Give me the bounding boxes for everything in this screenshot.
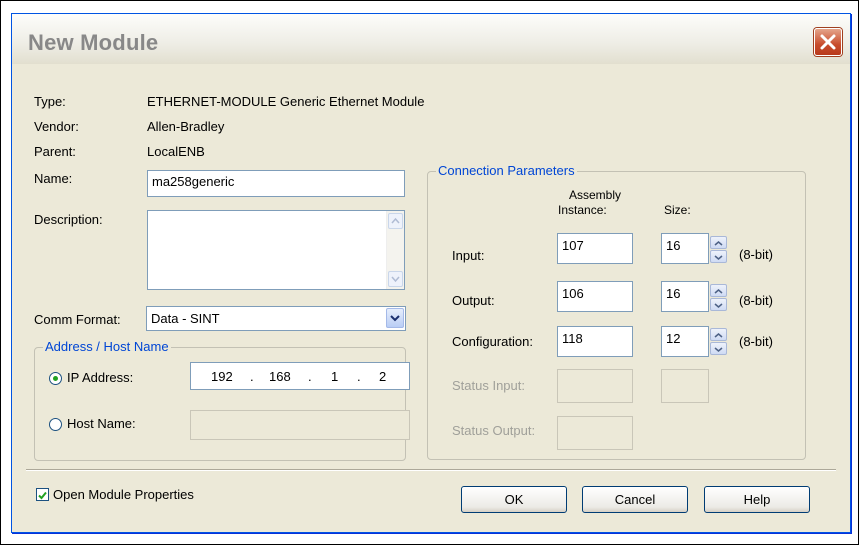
name-field[interactable]: ma258generic <box>147 170 405 197</box>
scroll-down-button[interactable] <box>388 271 403 287</box>
host-name-label: Host Name: <box>67 416 136 431</box>
ip-dot: . <box>357 369 361 384</box>
output-label: Output: <box>452 293 495 308</box>
status-output-field[interactable] <box>557 416 633 450</box>
chevron-down-icon <box>391 276 400 283</box>
close-button[interactable] <box>814 28 842 56</box>
description-scrollbar[interactable] <box>386 211 404 289</box>
screenshot-frame: New Module Type: ETHERNET-MODULE Generic… <box>0 0 859 545</box>
input-unit: (8-bit) <box>739 247 773 262</box>
comm-format-dropdown-button[interactable] <box>386 308 404 328</box>
cancel-button[interactable]: Cancel <box>582 486 688 513</box>
ip-octet-2: 168 <box>269 369 291 384</box>
status-output-label: Status Output: <box>452 423 536 438</box>
spin-up-button[interactable] <box>710 284 727 297</box>
spin-down-button[interactable] <box>710 250 727 263</box>
configuration-size-field[interactable]: 12 <box>661 326 709 357</box>
output-instance-field[interactable]: 106 <box>557 281 633 312</box>
scroll-up-button[interactable] <box>388 213 403 229</box>
status-input-label: Status Input: <box>452 378 525 393</box>
connection-parameters-group: Connection Parameters Assembly Instance:… <box>427 163 806 460</box>
chevron-down-icon <box>714 255 723 260</box>
input-label: Input: <box>452 248 485 263</box>
ip-address-radio[interactable] <box>49 372 62 385</box>
status-input-size-field[interactable] <box>661 369 709 403</box>
configuration-instance-field[interactable]: 118 <box>557 326 633 357</box>
type-value: ETHERNET-MODULE Generic Ethernet Module <box>147 94 425 109</box>
ip-dot: . <box>308 369 312 384</box>
assembly-header-line1: Assembly <box>569 188 622 202</box>
spin-up-button[interactable] <box>710 328 727 341</box>
spin-down-button[interactable] <box>710 342 727 355</box>
chevron-up-icon <box>391 217 400 224</box>
footer-separator <box>26 469 836 471</box>
new-module-dialog: New Module Type: ETHERNET-MODULE Generic… <box>11 13 851 533</box>
assembly-header-line2: Instance: <box>558 203 607 217</box>
configuration-label: Configuration: <box>452 334 533 349</box>
ip-address-label: IP Address: <box>67 370 134 385</box>
output-unit: (8-bit) <box>739 293 773 308</box>
output-size-field[interactable]: 16 <box>661 281 709 312</box>
input-instance-field[interactable]: 107 <box>557 233 633 264</box>
size-header: Size: <box>664 203 691 217</box>
ok-button[interactable]: OK <box>461 486 567 513</box>
host-name-radio[interactable] <box>49 418 62 431</box>
ip-octet-4: 2 <box>379 369 387 384</box>
address-group-title: Address / Host Name <box>43 339 171 354</box>
ip-octet-3: 1 <box>331 369 339 384</box>
input-size-field[interactable]: 16 <box>661 233 709 264</box>
spin-down-button[interactable] <box>710 298 727 311</box>
spin-up-button[interactable] <box>710 236 727 249</box>
configuration-unit: (8-bit) <box>739 334 773 349</box>
close-icon <box>820 34 836 50</box>
comm-format-value: Data - SINT <box>151 311 220 326</box>
input-size-spinner[interactable] <box>710 236 727 263</box>
parent-value: LocalENB <box>147 144 205 159</box>
description-field[interactable] <box>147 210 405 290</box>
output-size-spinner[interactable] <box>710 284 727 311</box>
comm-format-label: Comm Format: <box>34 312 121 327</box>
vendor-value: Allen-Bradley <box>147 119 225 134</box>
radio-selected-dot <box>53 376 58 381</box>
open-module-properties-label: Open Module Properties <box>53 487 194 502</box>
address-group: Address / Host Name IP Address: 192 . 16… <box>34 339 410 461</box>
type-label: Type: <box>34 94 66 109</box>
connection-parameters-title: Connection Parameters <box>436 163 577 178</box>
comm-format-select[interactable]: Data - SINT <box>146 306 406 331</box>
chevron-up-icon <box>714 333 723 338</box>
chevron-up-icon <box>714 289 723 294</box>
check-icon <box>38 491 47 500</box>
chevron-down-icon <box>390 315 400 322</box>
help-button[interactable]: Help <box>704 486 810 513</box>
description-label: Description: <box>34 212 103 227</box>
status-input-field[interactable] <box>557 369 633 403</box>
ip-octet-1: 192 <box>211 369 233 384</box>
host-name-field[interactable] <box>190 410 410 440</box>
dialog-title: New Module <box>28 30 159 55</box>
chevron-up-icon <box>714 241 723 246</box>
name-label: Name: <box>34 171 73 186</box>
chevron-down-icon <box>714 303 723 308</box>
ip-address-field[interactable]: 192 . 168 . 1 . 2 <box>190 362 410 390</box>
ip-dot: . <box>250 369 254 384</box>
vendor-label: Vendor: <box>34 119 79 134</box>
open-module-properties-checkbox[interactable] <box>36 488 49 501</box>
configuration-size-spinner[interactable] <box>710 328 727 355</box>
chevron-down-icon <box>714 347 723 352</box>
title-bar[interactable]: New Module <box>12 14 850 64</box>
parent-label: Parent: <box>34 144 76 159</box>
